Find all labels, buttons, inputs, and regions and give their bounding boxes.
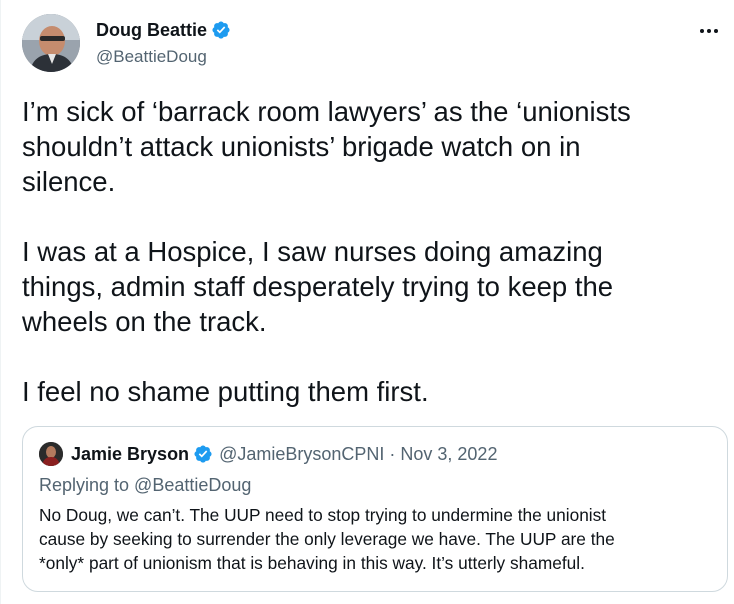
verified-badge-icon (212, 21, 230, 39)
verified-badge-icon (194, 445, 212, 463)
author-avatar[interactable] (22, 14, 80, 72)
quoted-line: *only* part of unionism that is behaving… (39, 553, 585, 573)
author-name-text[interactable]: Doug Beattie (96, 18, 207, 42)
author-handle[interactable]: @BeattieDoug (96, 45, 207, 69)
tweet-line: I’m sick of ‘barrack room lawyers’ as th… (22, 96, 631, 127)
tweet-line: wheels on the track. (22, 306, 267, 337)
tweet-line: I feel no shame putting them first. (22, 376, 429, 407)
quoted-author-name[interactable]: Jamie Bryson (71, 442, 189, 466)
tweet-line: I was at a Hospice, I saw nurses doing a… (22, 236, 603, 267)
quoted-tweet[interactable]: Jamie Bryson @JamieBrysonCPNI · Nov 3, 2… (22, 426, 728, 592)
tweet-text: I’m sick of ‘barrack room lawyers’ as th… (22, 94, 712, 409)
more-horizontal-icon (700, 29, 704, 33)
quoted-line: No Doug, we can’t. The UUP need to stop … (39, 505, 607, 525)
quoted-line: cause by seeking to surrender the only l… (39, 529, 615, 549)
tweet-line: things, admin staff desperately trying t… (22, 271, 614, 302)
quoted-author-handle[interactable]: @JamieBrysonCPNI (219, 442, 384, 466)
tweet-line: shouldn’t attack unionists’ brigade watc… (22, 131, 581, 162)
replying-to: Replying to @BeattieDoug (39, 475, 252, 495)
quoted-tweet-header: Jamie Bryson @JamieBrysonCPNI · Nov 3, 2… (39, 442, 497, 466)
tweet-line: silence. (22, 166, 116, 197)
more-options-button[interactable] (696, 18, 722, 44)
quoted-tweet-text: No Doug, we can’t. The UUP need to stop … (39, 503, 719, 575)
meta-separator: · (389, 444, 396, 464)
quoted-author-avatar[interactable] (39, 442, 63, 466)
left-divider (0, 0, 1, 604)
quoted-tweet-date[interactable]: Nov 3, 2022 (400, 442, 497, 466)
author-name[interactable]: Doug Beattie (96, 18, 231, 42)
